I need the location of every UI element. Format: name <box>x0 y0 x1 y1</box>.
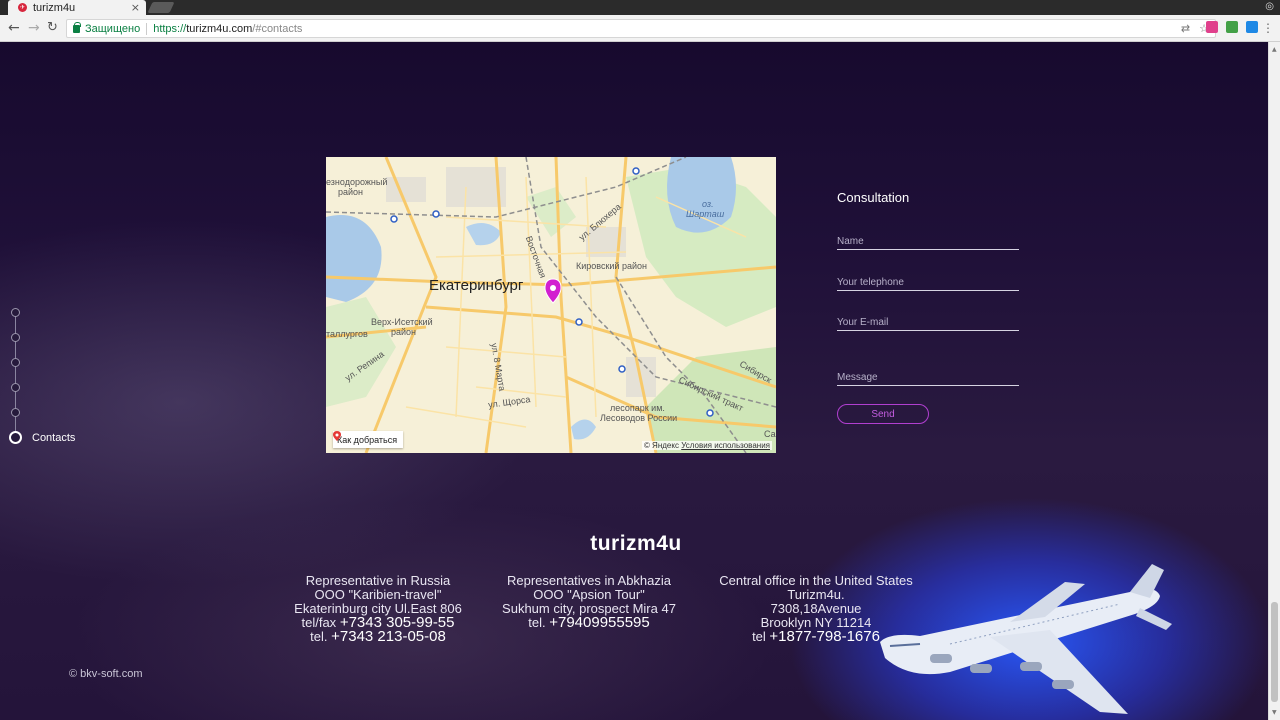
translate-icon[interactable]: ⇄ <box>1181 22 1190 35</box>
section-nav-dot[interactable] <box>11 308 20 317</box>
section-nav-dot[interactable] <box>11 358 20 367</box>
office-russia-phone2: tel. +7343 213-05-08 <box>278 628 478 645</box>
secure-label: Защищено <box>85 22 141 35</box>
office-abkhazia-phone-number[interactable]: +79409955595 <box>549 614 650 631</box>
office-abkhazia-title: Representatives in Abkhazia <box>506 573 672 588</box>
map-label-verkh-district: район <box>391 327 417 337</box>
extension-icon[interactable] <box>1246 21 1258 33</box>
office-usa-company: Turizm4u. <box>787 587 845 602</box>
office-abkhazia-phone-prefix: tel. <box>528 615 546 630</box>
message-field[interactable]: Message <box>837 372 1019 386</box>
browser-tabstrip: ✈ turizm4u × ◎ <box>0 0 1280 15</box>
url-hash: /#contacts <box>252 22 303 35</box>
reload-icon[interactable]: ↻ <box>47 20 58 36</box>
section-nav-dot[interactable] <box>11 408 20 417</box>
form-title: Consultation <box>837 190 910 205</box>
section-nav-label-contacts[interactable]: Contacts <box>32 432 75 444</box>
new-tab-button[interactable] <box>147 2 175 13</box>
office-russia: Representative in Russia OOO "Karibien-t… <box>278 573 478 645</box>
map-city-label: Екатеринбург <box>429 277 524 294</box>
office-russia-phone2-number[interactable]: +7343 213-05-08 <box>331 628 446 645</box>
forward-arrow-icon[interactable]: → <box>28 20 40 36</box>
route-button[interactable]: Как добраться <box>333 431 404 448</box>
office-usa-title: Central office in the United States <box>719 573 913 588</box>
browser-toolbar: ← → ↻ Защищено https:// turizm4u.com /#c… <box>0 15 1280 42</box>
office-russia-title: Representative in Russia <box>305 573 451 588</box>
back-arrow-icon[interactable]: ← <box>8 20 20 36</box>
map-label-verkh: Верх-Исетский <box>371 317 433 327</box>
section-nav-dot[interactable] <box>11 383 20 392</box>
office-abkhazia: Representatives in Abkhazia OOO "Apsion … <box>489 573 689 631</box>
map-copyright: © Яндекс Условия использования <box>641 441 772 450</box>
map-label-railway: езнодорожный <box>326 177 388 187</box>
office-usa-phone: tel +1877-798-1676 <box>701 628 931 645</box>
name-field[interactable]: Name <box>837 236 1019 250</box>
scroll-down-arrow-icon[interactable]: ▼ <box>1272 709 1277 716</box>
url-separator <box>146 22 148 35</box>
extension-icon[interactable] <box>1206 21 1218 33</box>
map-label-lesopark: лесопарк им. <box>610 403 665 413</box>
telephone-field[interactable]: Your telephone <box>837 277 1019 291</box>
map-copyright-text: © Яндекс <box>643 441 679 450</box>
page-content: Contacts езнодорожный район Кировский ра… <box>0 42 1268 720</box>
office-russia-phone2-prefix: tel. <box>310 629 328 644</box>
browser-menu-icon[interactable]: ⋮ <box>1262 21 1274 35</box>
tab-close-icon[interactable]: × <box>131 2 140 13</box>
browser-tab[interactable]: ✈ turizm4u × <box>8 0 146 15</box>
office-usa-address: 7308,18Avenue <box>770 601 862 616</box>
url-scheme: https:// <box>153 22 187 35</box>
office-usa: Central office in the United States Turi… <box>701 573 931 645</box>
tab-title: turizm4u <box>33 1 76 14</box>
email-field[interactable]: Your E-mail <box>837 317 1019 331</box>
section-nav-line <box>15 312 16 437</box>
route-button-label: Как добраться <box>337 434 398 445</box>
office-usa-phone-prefix: tel <box>752 629 766 644</box>
office-abkhazia-phone: tel. +79409955595 <box>489 614 689 631</box>
map-terms-link[interactable]: Условия использования <box>681 441 770 450</box>
section-nav-dot-active[interactable] <box>9 431 22 444</box>
consultation-form: Consultation Name Your telephone Your E-… <box>837 190 1019 424</box>
scroll-up-arrow-icon[interactable]: ▲ <box>1272 46 1277 53</box>
map-label-sa: Са <box>764 429 776 439</box>
map-label-kirov: Кировский район <box>576 261 647 271</box>
route-pin-icon <box>333 431 341 441</box>
address-bar[interactable]: Защищено https:// turizm4u.com /#contact… <box>66 19 1216 38</box>
lock-icon <box>73 21 81 33</box>
scrollbar-thumb[interactable] <box>1271 602 1278 702</box>
footer-copyright[interactable]: © bkv-soft.com <box>69 668 143 680</box>
map-label-shartash: Шарташ <box>686 209 725 219</box>
footer-brand: turizm4u <box>590 532 682 555</box>
map-label-metallurgov: таллургов <box>326 329 368 339</box>
extension-icon[interactable] <box>1226 21 1238 33</box>
map-label-lesopark-name: Лесоводов России <box>600 413 678 423</box>
incognito-icon: ◎ <box>1265 1 1274 12</box>
send-button[interactable]: Send <box>837 404 929 424</box>
section-nav-dot[interactable] <box>11 333 20 342</box>
office-russia-company: OOO "Karibien-travel" <box>314 587 442 602</box>
url-host: turizm4u.com <box>186 22 253 35</box>
yandex-map[interactable]: езнодорожный район Кировский район Верх-… <box>326 157 776 453</box>
map-label-railway-district: район <box>338 187 364 197</box>
page-scrollbar[interactable]: ▲ ▼ <box>1268 42 1280 720</box>
office-abkhazia-company: OOO "Apsion Tour" <box>533 587 645 602</box>
site-favicon-icon: ✈ <box>18 3 27 12</box>
office-usa-phone-number[interactable]: +1877-798-1676 <box>769 628 880 645</box>
map-label-lake: оз. <box>702 199 714 209</box>
